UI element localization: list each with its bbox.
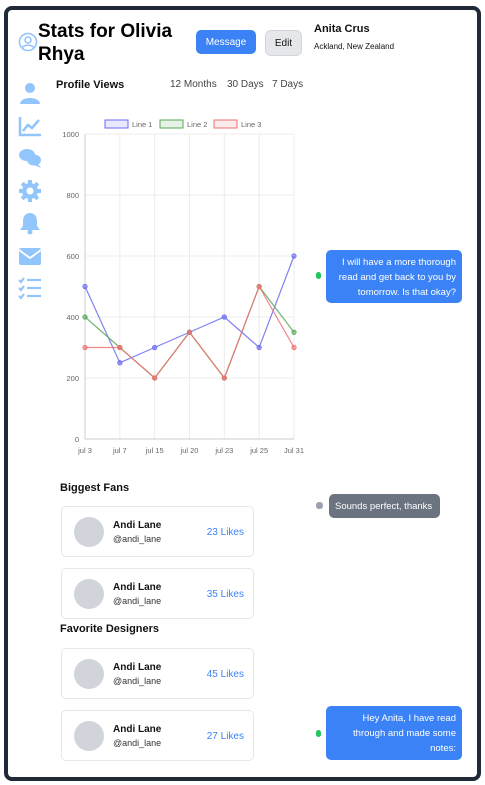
legend-label: Line 3	[241, 120, 261, 129]
data-point	[82, 314, 88, 320]
y-tick-label: 0	[75, 435, 79, 444]
fan-likes: 23 Likes	[206, 527, 244, 538]
avatar	[74, 659, 104, 689]
avatar	[74, 579, 104, 609]
x-tick-label: Jul 31	[284, 446, 304, 455]
fan-card[interactable]: Andi Lane @andi_lane 35 Likes	[61, 568, 254, 619]
designer-card[interactable]: Andi Lane @andi_lane 45 Likes	[61, 648, 254, 699]
x-tick-label: jul 25	[249, 446, 268, 455]
fan-name: Andi Lane	[113, 582, 162, 593]
bell-icon[interactable]	[18, 211, 42, 235]
data-point	[152, 344, 158, 351]
chat-user-location: Ackland, New Zealand	[314, 42, 395, 51]
legend-swatch	[213, 119, 238, 129]
legend-label: Line 1	[132, 120, 152, 129]
y-tick-label: 800	[66, 191, 79, 200]
data-point	[82, 344, 88, 351]
designer-card[interactable]: Andi Lane @andi_lane 27 Likes	[61, 710, 254, 761]
avatar	[74, 721, 104, 751]
designer-name: Andi Lane	[113, 724, 162, 735]
profile-logo-icon	[18, 32, 38, 52]
designer-handle: @andi_lane	[113, 676, 162, 686]
data-point	[117, 360, 123, 366]
user-icon[interactable]	[18, 81, 42, 105]
edit-button[interactable]: Edit	[265, 30, 302, 56]
designer-likes: 27 Likes	[206, 731, 244, 742]
fan-likes: 35 Likes	[206, 589, 244, 600]
legend-label: Line 2	[187, 120, 207, 129]
favorite-designers-title: Favorite Designers	[60, 623, 160, 635]
fan-handle: @andi_lane	[113, 596, 162, 606]
legend-swatch	[159, 119, 184, 129]
profile-views-title: Profile Views	[56, 79, 125, 91]
data-point	[291, 344, 297, 351]
designer-likes: 45 Likes	[206, 669, 244, 680]
fan-name: Andi Lane	[113, 520, 162, 531]
data-point	[221, 314, 227, 320]
chart-line-icon[interactable]	[18, 114, 42, 138]
chat-user-name: Anita Crus	[314, 23, 370, 35]
x-tick-label: jul 15	[145, 446, 164, 455]
message-button[interactable]: Message	[196, 30, 256, 54]
x-tick-label: jul 23	[214, 446, 233, 455]
tab-7-days[interactable]: 7 Days	[272, 79, 303, 90]
tab-12-months[interactable]: 12 Months	[170, 79, 217, 90]
tab-30-days[interactable]: 30 Days	[227, 79, 264, 90]
page-title: Stats for Olivia Rhya	[38, 21, 173, 65]
designer-name: Andi Lane	[113, 662, 162, 673]
status-dot	[316, 502, 323, 509]
data-point	[152, 375, 158, 381]
y-tick-label: 600	[66, 252, 79, 261]
avatar	[74, 517, 104, 547]
y-tick-label: 200	[66, 374, 79, 383]
tasks-icon[interactable]	[18, 276, 42, 300]
online-status-dot	[316, 272, 321, 279]
chat-message-bubble: Hey Anita, I have read through and made …	[326, 706, 462, 760]
y-tick-label: 400	[66, 313, 79, 322]
biggest-fans-title: Biggest Fans	[60, 482, 130, 494]
y-tick-label: 1000	[62, 130, 79, 139]
fan-card[interactable]: Andi Lane @andi_lane 23 Likes	[61, 506, 254, 557]
x-tick-label: jul 7	[112, 446, 127, 455]
chat-message-bubble: I will have a more thorough read and get…	[326, 250, 462, 303]
legend-swatch	[104, 119, 129, 129]
x-tick-label: jul 20	[180, 446, 199, 455]
data-point	[82, 283, 88, 290]
designer-handle: @andi_lane	[113, 738, 162, 748]
profile-views-chart: 0 200 400 600 800 1000 jul 3 jul 7 jul 15 jul 20 j…	[62, 119, 304, 455]
data-point	[221, 375, 227, 381]
data-point	[291, 329, 297, 335]
x-tick-label: jul 3	[77, 446, 92, 455]
chat-message-bubble: Sounds perfect, thanks	[329, 494, 440, 518]
gear-icon[interactable]	[18, 179, 42, 203]
fan-handle: @andi_lane	[113, 534, 162, 544]
online-status-dot	[316, 730, 321, 737]
envelope-icon[interactable]	[18, 244, 42, 268]
comments-icon[interactable]	[18, 146, 42, 170]
data-point	[256, 344, 262, 351]
data-point	[291, 253, 297, 259]
data-point	[186, 329, 193, 335]
data-point	[256, 283, 262, 290]
data-point	[117, 344, 123, 351]
